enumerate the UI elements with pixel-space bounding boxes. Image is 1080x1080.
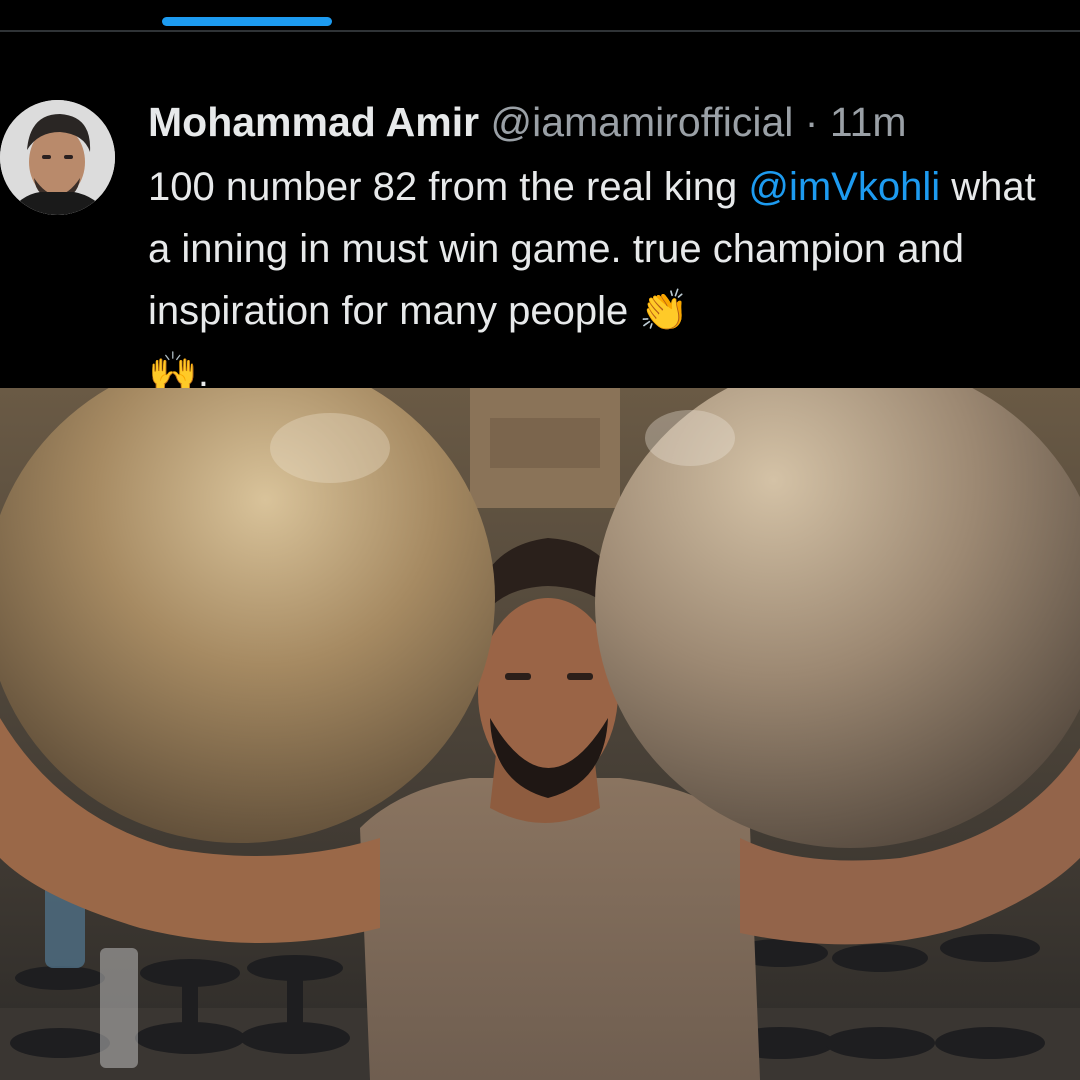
gym-photo (0, 388, 1080, 1080)
tweet-media-image[interactable] (0, 388, 1080, 1080)
top-bar (0, 0, 1080, 32)
clapping-hands-emoji-icon: 👏 (639, 288, 690, 334)
tweet-timestamp[interactable]: 11m (830, 99, 907, 145)
tweet-card[interactable]: Mohammad Amir @iamamirofficial · 11m 100… (0, 32, 1080, 396)
avatar-photo-icon (0, 100, 115, 215)
author-handle[interactable]: @iamamirofficial (491, 99, 794, 145)
header-separator: · (804, 99, 819, 145)
tweet-header: Mohammad Amir @iamamirofficial · 11m (148, 96, 907, 148)
tweet-text-part1: 100 number 82 from the real king (148, 165, 749, 209)
tweet-text: 100 number 82 from the real king @imVkoh… (148, 156, 1068, 404)
active-tab-indicator[interactable] (162, 17, 332, 26)
author-name[interactable]: Mohammad Amir (148, 99, 479, 145)
author-avatar[interactable] (0, 100, 115, 215)
mention-link[interactable]: @imVkohli (748, 165, 940, 209)
